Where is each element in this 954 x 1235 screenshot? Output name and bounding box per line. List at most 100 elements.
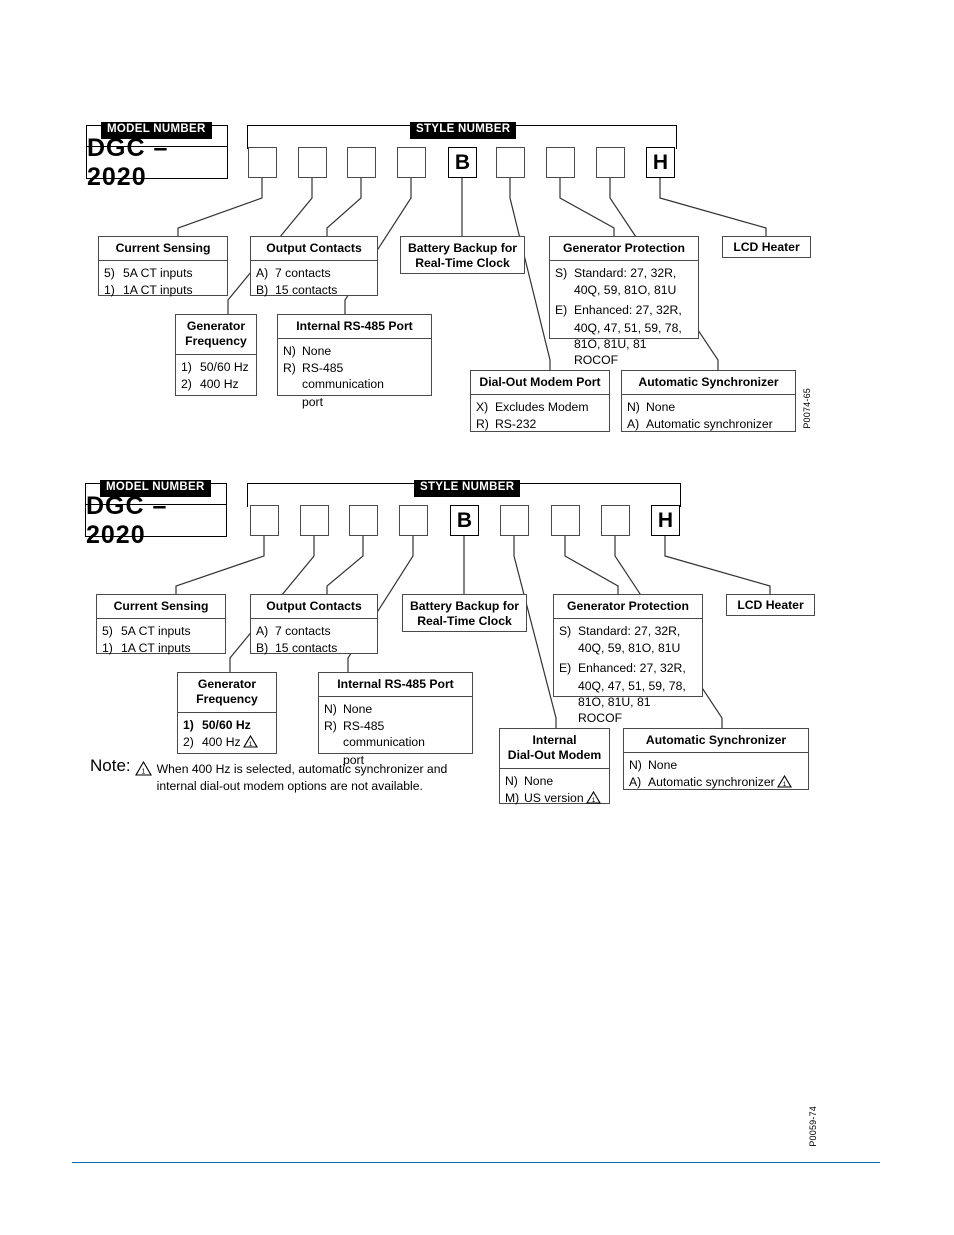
- note-text: When 400 Hz is selected, automatic synch…: [157, 757, 448, 794]
- model-number-box-1: DGC – 2020: [86, 134, 228, 191]
- style-box-2-7[interactable]: [551, 505, 580, 536]
- connector-lines-2: [175, 536, 771, 728]
- option-value: Standard: 27, 32R,: [578, 624, 681, 639]
- option-key: 1): [102, 641, 113, 656]
- option-value: 5A CT inputs: [123, 266, 193, 281]
- style-box-2-5[interactable]: B: [450, 505, 479, 536]
- option-value: 15 contacts: [275, 641, 338, 656]
- card-title: LCD Heater: [737, 598, 804, 612]
- option-row: 1) 50/60 Hz: [183, 717, 271, 733]
- option-row: 5) 5A CT inputs: [104, 265, 222, 281]
- card-title: Output Contacts: [251, 595, 377, 620]
- option-row: S) Standard: 27, 32R,: [555, 265, 693, 281]
- warning-triangle-icon: 1: [242, 734, 258, 748]
- option-row: E) Enhanced: 27, 32R,: [559, 660, 697, 676]
- option-value: Automatic synchronizer 1: [648, 774, 803, 790]
- card-body: S) Standard: 27, 32R, 40Q, 59, 81O, 81U E…: [550, 261, 698, 373]
- option-key: E): [555, 303, 568, 318]
- option-key: B): [256, 283, 269, 298]
- option-row: 2) 400 Hz 1: [183, 734, 271, 750]
- option-key: 1): [183, 717, 194, 732]
- note-line-2: internal dial-out modem options are not …: [156, 778, 423, 793]
- style-box-2-6[interactable]: [500, 505, 529, 536]
- option-row: 5) 5A CT inputs: [102, 623, 220, 639]
- card-body: N) None A) Automatic synchronizer 1: [624, 753, 808, 796]
- style-box-1-2[interactable]: [298, 147, 327, 178]
- card-title: Generator Protection: [550, 237, 698, 262]
- svg-text:1: 1: [248, 741, 252, 748]
- style-box-2-8[interactable]: [601, 505, 630, 536]
- option-key: A): [629, 775, 642, 790]
- card-title: Current Sensing: [99, 237, 227, 262]
- warning-triangle-icon: 1: [776, 775, 792, 788]
- style-box-1-8[interactable]: [596, 147, 625, 178]
- card-body: 5) 5A CT inputs 1) 1A CT inputs: [99, 261, 227, 304]
- svg-text:1: 1: [141, 769, 145, 776]
- card-title: Internal Dial-Out Modem: [500, 729, 609, 769]
- style-box-1-3[interactable]: [347, 147, 376, 178]
- card-body: N) None M) US version 1: [500, 769, 609, 812]
- style-number-tag-2: STYLE NUMBER: [414, 480, 521, 497]
- option-key: B): [256, 641, 269, 656]
- option-value: None: [524, 773, 554, 788]
- model-number-box-2: DGC – 2020: [85, 492, 227, 549]
- option-value: 1A CT inputs: [123, 283, 193, 298]
- card-internal-rs485-2: Internal RS-485 Port N) None R) RS-485 com…: [318, 672, 473, 767]
- card-battery-backup-2: Battery Backup for Real-Time Clock: [402, 594, 527, 632]
- option-value: Standard: 27, 32R,: [574, 266, 677, 281]
- style-box-2-2[interactable]: [300, 505, 329, 536]
- option-value-text: US version: [524, 790, 584, 805]
- card-title: Internal RS-485 Port: [319, 673, 472, 698]
- option-key: R): [324, 719, 337, 734]
- card-battery-backup-1: Battery Backup for Real-Time Clock: [400, 236, 525, 274]
- option-row: 1) 1A CT inputs: [102, 640, 220, 656]
- card-title: LCD Heater: [733, 240, 800, 254]
- card-title: Battery Backup for Real-Time Clock: [407, 241, 518, 271]
- option-row: S) Standard: 27, 32R,: [559, 623, 697, 639]
- style-box-2-4[interactable]: [399, 505, 428, 536]
- option-row: A) Automatic synchronizer 1: [629, 774, 803, 790]
- option-continuation: 40Q, 47, 51, 59, 78,: [574, 320, 682, 335]
- option-row: N) None: [505, 773, 604, 789]
- style-box-1-9[interactable]: H: [646, 147, 675, 178]
- style-box-2-1[interactable]: [250, 505, 279, 536]
- card-body: S) Standard: 27, 32R, 40Q, 59, 81O, 81U E…: [554, 619, 702, 731]
- svg-text:1: 1: [782, 781, 786, 788]
- option-value: 7 contacts: [275, 266, 331, 281]
- card-lcd-heater-1: LCD Heater: [722, 236, 811, 258]
- card-title: Automatic Synchronizer: [624, 729, 808, 754]
- option-row: B) 15 contacts: [256, 640, 372, 656]
- card-title: Battery Backup for Real-Time Clock: [409, 599, 520, 629]
- style-box-1-5[interactable]: B: [448, 147, 477, 178]
- card-title: Output Contacts: [251, 237, 377, 262]
- option-continuation: 40Q, 59, 81O, 81U: [578, 641, 681, 656]
- style-box-2-9[interactable]: H: [651, 505, 680, 536]
- option-row: E) Enhanced: 27, 32R,: [555, 302, 693, 318]
- option-value: US version 1: [524, 790, 604, 806]
- option-key: 5): [104, 266, 115, 281]
- card-title: Current Sensing: [97, 595, 225, 620]
- option-row: N) None: [283, 343, 426, 359]
- option-key: N): [283, 344, 296, 359]
- card-title: Generator Frequency: [176, 315, 256, 355]
- option-row: B) 15 contacts: [256, 282, 372, 298]
- card-generator-protection-1: Generator Protection S) Standard: 27, 32R…: [549, 236, 699, 367]
- style-box-1-4[interactable]: [397, 147, 426, 178]
- note-line-1: When 400 Hz is selected, automatic synch…: [156, 762, 448, 776]
- option-value: 50/60 Hz: [202, 717, 251, 732]
- option-value: 15 contacts: [275, 283, 338, 298]
- doc-code-2: P0059-74: [808, 1106, 818, 1147]
- option-row: A) 7 contacts: [256, 623, 372, 639]
- style-box-1-1[interactable]: [248, 147, 277, 178]
- option-value: 1A CT inputs: [121, 641, 191, 656]
- card-generator-protection-2: Generator Protection S) Standard: 27, 32R…: [553, 594, 703, 725]
- style-box-1-6[interactable]: [496, 147, 525, 178]
- card-body: 5) 5A CT inputs 1) 1A CT inputs: [97, 619, 225, 662]
- note-label: Note:: [90, 756, 131, 775]
- card-title: Internal RS-485 Port: [278, 315, 431, 340]
- card-body: 1) 50/60 Hz 2) 400 Hz 1: [178, 713, 276, 756]
- model-style-diagram-2: MODEL NUMBER STYLE NUMBER DGC – 2020 B H…: [0, 358, 954, 1147]
- style-box-2-3[interactable]: [349, 505, 378, 536]
- style-box-1-7[interactable]: [546, 147, 575, 178]
- card-generator-frequency-2: Generator Frequency 1) 50/60 Hz 2) 400 Hz 1: [177, 672, 277, 754]
